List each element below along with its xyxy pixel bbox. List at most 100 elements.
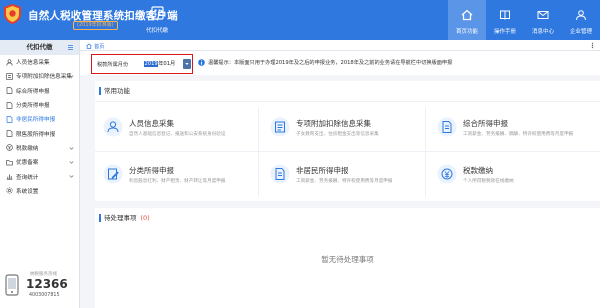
list-icon — [6, 73, 13, 80]
sidebar-item-label: 分类所得申报 — [16, 103, 50, 110]
list-card-icon — [270, 117, 290, 137]
phone-icon — [5, 274, 19, 296]
sidebar-item-label: 优惠备案 — [16, 160, 39, 167]
hotline-number-small: 4003007815 — [29, 293, 60, 298]
sidebar-item-classified[interactable]: 分类所得申报 — [0, 98, 79, 112]
more-icon[interactable] — [589, 42, 596, 49]
version-badge: (2019年标准版) — [73, 21, 118, 30]
common-functions-panel: 常用功能 人员信息采集 自然人基础信息登记、报送和公安系统身份验证 专项附加扣除… — [95, 81, 600, 201]
money-card-icon — [437, 164, 457, 184]
card-title: 专项附加扣除信息采集 — [296, 119, 371, 128]
hotline-number-big: 12366 — [26, 277, 68, 291]
notice-text: 温馨提示：本版面只用于办理2019年及之后的申报业务，2018年及之前的业务请在… — [208, 60, 453, 66]
card-title: 非居民所得申报 — [296, 166, 349, 175]
tax-emblem-icon — [4, 4, 21, 24]
nav-manual[interactable]: 操作手册 — [486, 0, 524, 40]
notice: 温馨提示：本版面只用于办理2019年及之后的申报业务，2018年及之前的业务请在… — [198, 59, 452, 66]
period-year: 2019 — [144, 61, 159, 67]
folder-icon — [6, 159, 13, 166]
service-hotline: 纳税服务热线 12366 4003007815 — [4, 268, 76, 304]
period-label: 税款所属月份 — [97, 62, 129, 68]
envelope-icon — [537, 11, 549, 19]
info-icon — [198, 59, 205, 66]
card-desc: 利息股息红利、财产租赁、财产转让等月度申报 — [129, 179, 226, 184]
card-desc: 自然人基础信息登记、报送和公安系统身份验证 — [129, 132, 226, 137]
sidebar-item-label: 查询统计 — [16, 174, 39, 181]
divider — [258, 107, 259, 197]
nav-messages-label: 消息中心 — [531, 29, 554, 35]
card-desc: 子女教育支出、住房租金支出等信息采集 — [296, 132, 379, 137]
user-icon — [576, 10, 586, 21]
edit-card-icon — [103, 164, 123, 184]
card-nonresident[interactable]: 非居民所得申报 工资薪金、劳务报酬、特许权使用费等月度申报 — [262, 154, 418, 196]
sidebar-item-restricted-stock[interactable]: 限售股所得申报 — [0, 126, 79, 140]
divider — [425, 107, 426, 197]
doc-card-icon — [270, 164, 290, 184]
sidebar-item-label: 限售股所得申报 — [16, 131, 56, 138]
collapse-icon[interactable] — [67, 44, 74, 51]
app-header: 自然人税收管理系统扣缴客户端 (2019年标准版) 代扣代缴 首页功能 操作手册… — [0, 0, 600, 40]
card-title: 分类所得申报 — [129, 166, 174, 175]
chart-icon — [6, 174, 13, 180]
filter-bar: 税款所属月份 2019年01月 温馨提示：本版面只用于办理2019年及之后的申报… — [80, 51, 600, 75]
period-dropdown-button[interactable] — [183, 59, 191, 69]
sidebar-item-tax-payment[interactable]: 税款缴纳 — [0, 141, 79, 155]
gear-icon — [6, 187, 13, 194]
coin-icon — [6, 144, 13, 152]
chevron-down-icon — [69, 161, 74, 164]
top-nav: 首页功能 操作手册 消息中心 企业管理 — [448, 0, 600, 40]
period-selector: 税款所属月份 2019年01月 — [91, 54, 193, 74]
divider — [95, 151, 600, 152]
card-comprehensive[interactable]: 综合所得申报 工资薪金、劳务报酬、稿酬、特许权使用费等月度申报 — [429, 107, 585, 149]
person-icon — [6, 58, 13, 66]
building-icon — [150, 6, 164, 20]
card-special-deduction[interactable]: 专项附加扣除信息采集 子女教育支出、住房租金支出等信息采集 — [262, 107, 418, 149]
sidebar-item-label: 税款缴纳 — [16, 145, 39, 152]
card-desc: 工资薪金、劳务报酬、稿酬、特许权使用费等月度申报 — [463, 132, 574, 137]
todo-panel: 待处理事项 (0) 暂无待处理事项 — [95, 208, 600, 308]
person-card-icon — [103, 117, 123, 137]
book-icon — [500, 10, 510, 20]
card-tax-payment[interactable]: 税款缴纳 个人所得税税款在线缴纳 — [429, 154, 585, 196]
nav-manual-label: 操作手册 — [493, 29, 516, 35]
sidebar-item-query-stats[interactable]: 查询统计 — [0, 169, 79, 183]
sidebar-item-person-info[interactable]: 人员信息采集 — [0, 55, 79, 69]
common-functions-title: 常用功能 — [99, 87, 130, 95]
doc-icon — [6, 101, 13, 109]
card-desc: 个人所得税税款在线缴纳 — [463, 179, 514, 184]
chevron-down-icon — [185, 63, 189, 65]
mode-switch[interactable]: 代扣代缴 — [146, 6, 168, 34]
card-person-info[interactable]: 人员信息采集 自然人基础信息登记、报送和公安系统身份验证 — [95, 107, 251, 149]
sidebar-item-special-deduction[interactable]: 专项附加扣除信息采集 — [0, 69, 79, 83]
tab-bar: 首页 — [80, 40, 600, 51]
sidebar-header: 代扣代缴 — [0, 40, 79, 55]
todo-count: (0) — [140, 214, 150, 222]
sidebar-item-label: 系统设置 — [16, 188, 39, 195]
doc-icon — [6, 130, 13, 137]
sidebar-title: 代扣代缴 — [26, 43, 53, 51]
card-classified[interactable]: 分类所得申报 利息股息红利、财产租赁、财产转让等月度申报 — [95, 154, 251, 196]
card-desc: 工资薪金、劳务报酬、特许权使用费等月度申报 — [296, 179, 393, 184]
nav-enterprise-label: 企业管理 — [569, 29, 592, 35]
doc-icon — [6, 116, 13, 123]
divider — [95, 101, 600, 102]
nav-messages[interactable]: 消息中心 — [524, 0, 562, 40]
nav-home-label: 首页功能 — [455, 29, 478, 35]
tab-home[interactable]: 首页 — [86, 41, 105, 51]
todo-title: 待处理事项 (0) — [99, 214, 150, 222]
nav-enterprise[interactable]: 企业管理 — [562, 0, 600, 40]
home-icon — [461, 9, 473, 21]
period-input[interactable]: 2019年01月 — [144, 60, 181, 68]
chevron-down-icon — [69, 175, 74, 179]
sidebar-item-comprehensive[interactable]: 综合所得申报 — [0, 84, 79, 98]
todo-empty-text: 暂无待处理事项 — [321, 255, 374, 264]
sidebar-item-system-settings[interactable]: 系统设置 — [0, 184, 79, 198]
sidebar-item-preferential-filing[interactable]: 优惠备案 — [0, 155, 79, 169]
sidebar-item-label: 非居民所得申报 — [16, 117, 56, 124]
card-title: 税款缴纳 — [463, 166, 493, 175]
sidebar: 代扣代缴 人员信息采集 专项附加扣除信息采集 综合所得申报 分类所得申报 非居民… — [0, 40, 80, 308]
chevron-down-icon — [69, 75, 74, 79]
nav-home[interactable]: 首页功能 — [448, 0, 486, 40]
sidebar-item-nonresident[interactable]: 非居民所得申报 — [0, 112, 79, 126]
card-title: 人员信息采集 — [129, 119, 174, 128]
